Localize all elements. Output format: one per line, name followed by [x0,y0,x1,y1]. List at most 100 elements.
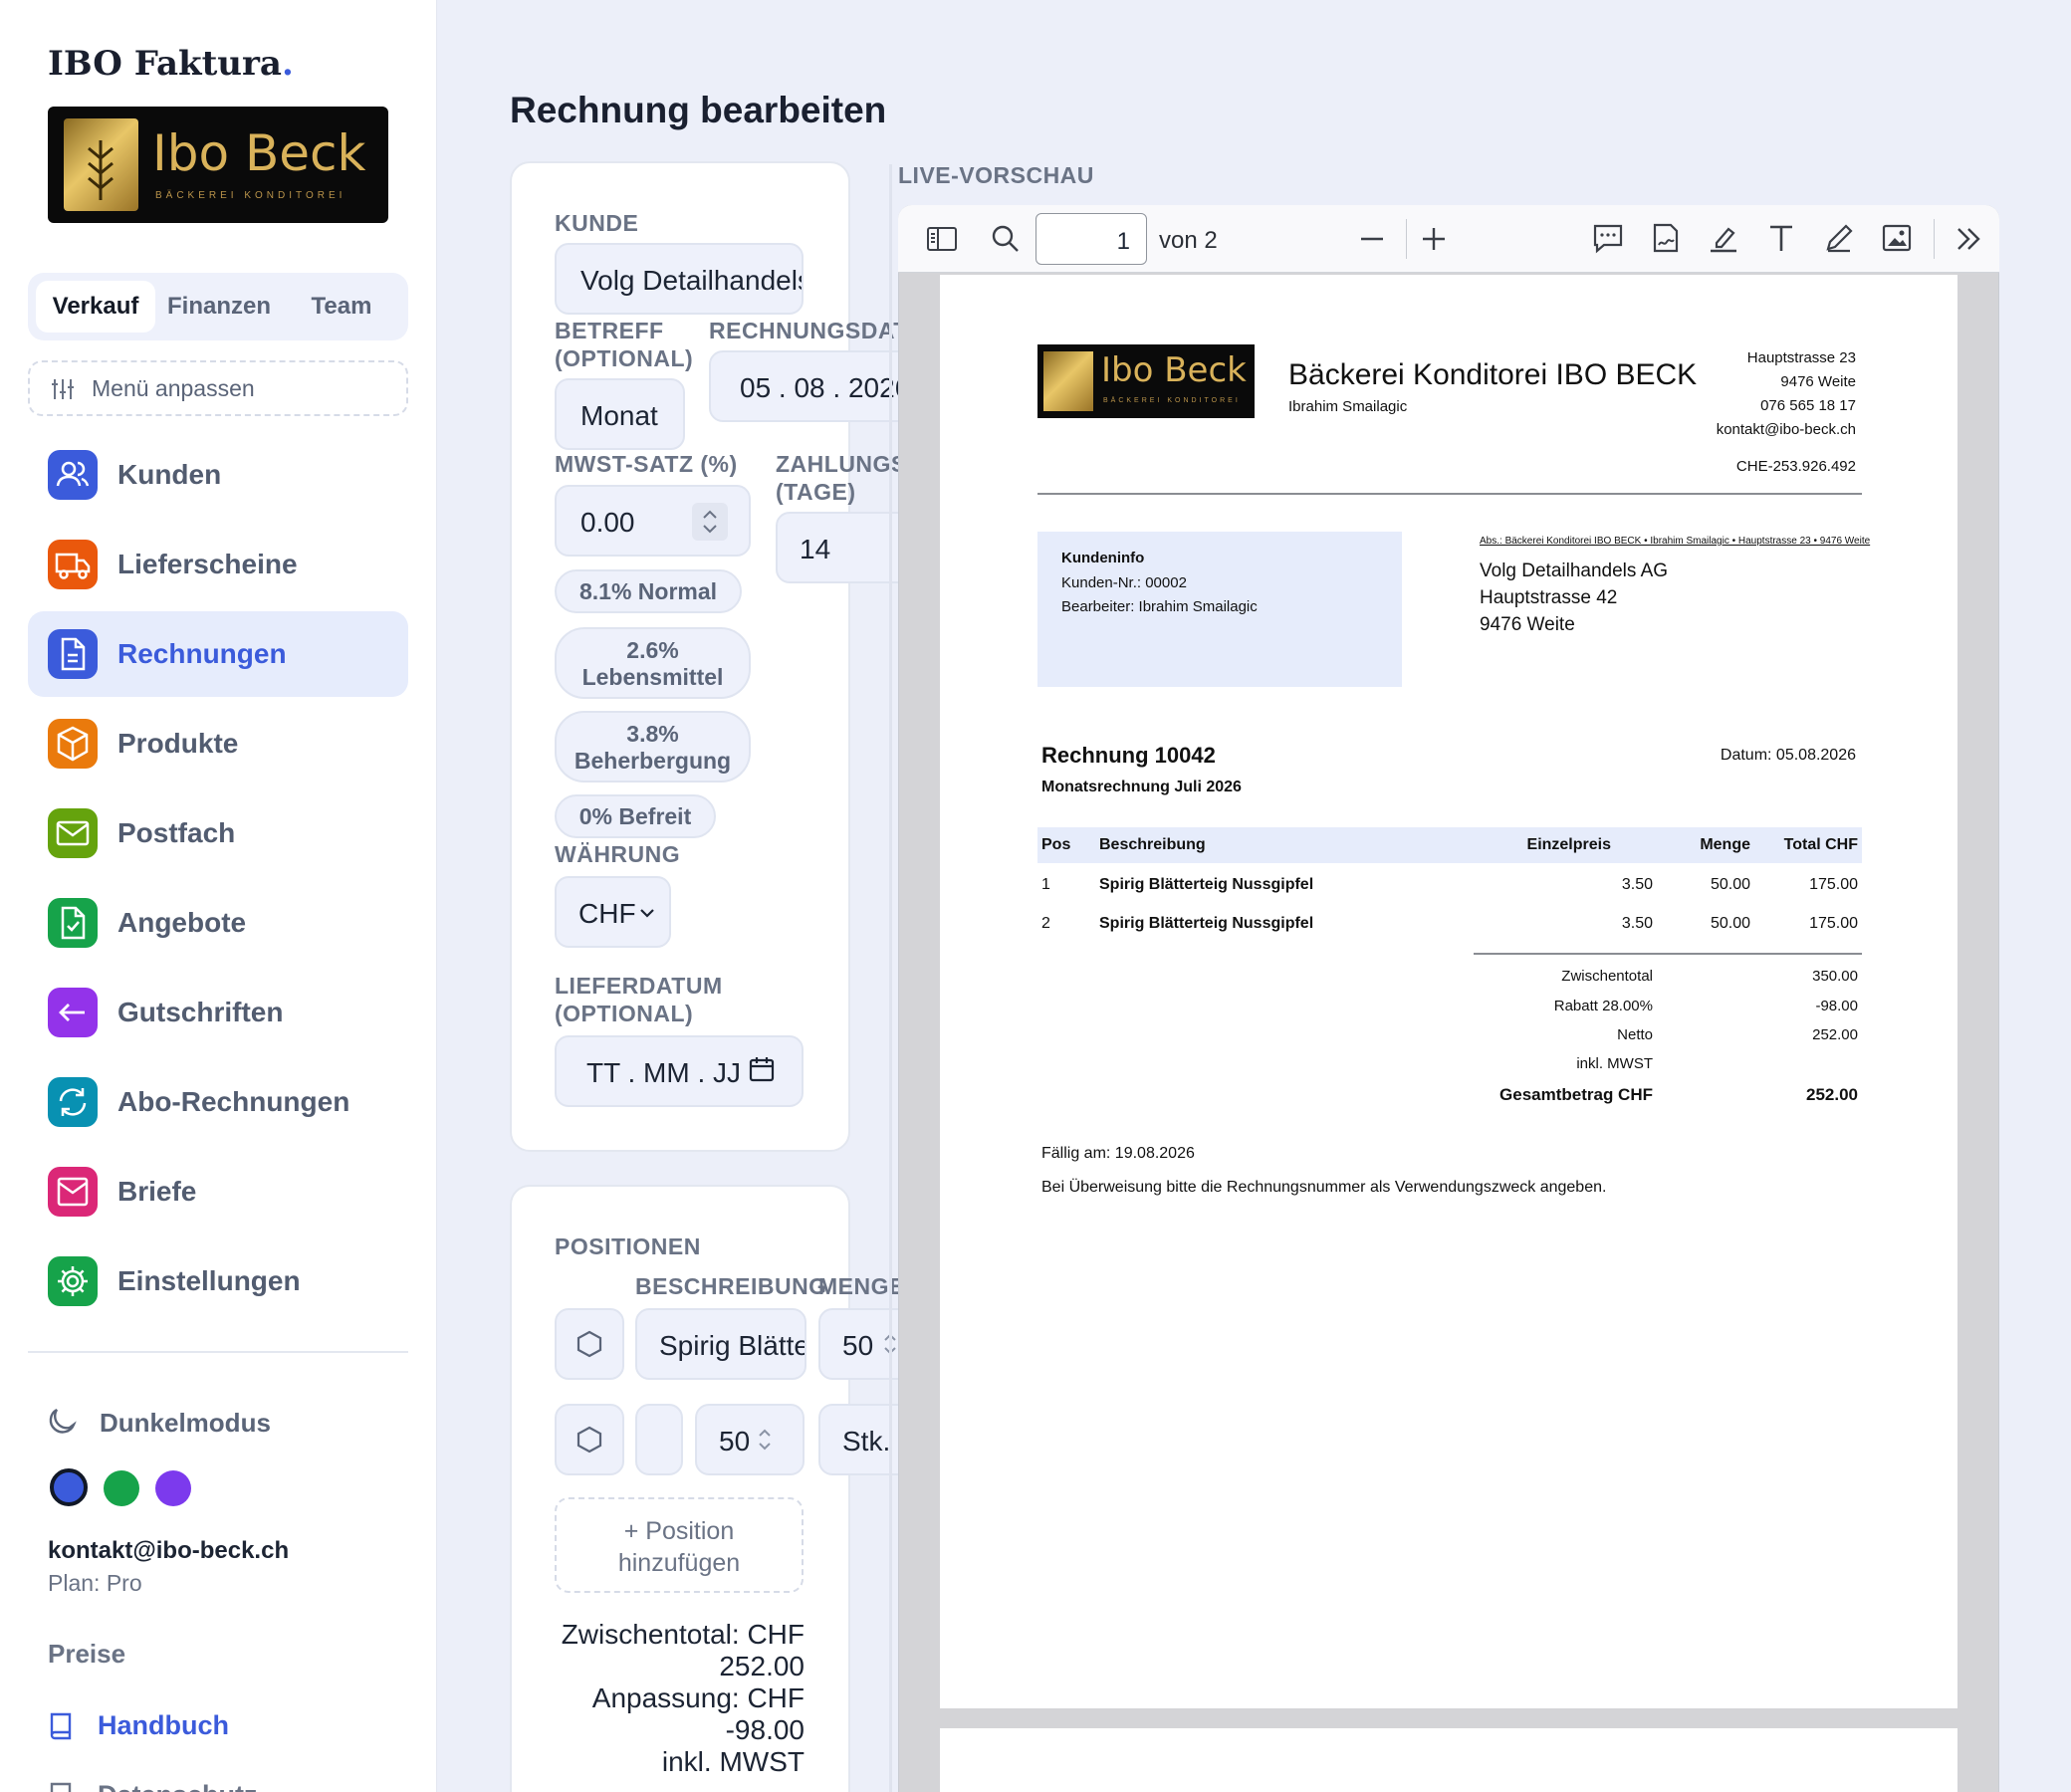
wheat-icon [64,118,138,211]
prices-link[interactable]: Preise [48,1639,125,1670]
chevron-double-right-icon[interactable] [1954,225,1983,253]
pdf-toolbar: 1 von 2 [898,205,1999,273]
subtotal-value: 252.00 [719,1651,805,1681]
positions-section: POSITIONEN BESCHREIBUNG MENGE Spirig Blä… [510,1185,898,1792]
lieferdatum-input[interactable]: TT . MM . JJ [555,1035,804,1107]
lieferdatum-label: LIEFERDATUM (OPTIONAL) [555,973,723,1026]
position-2-unit[interactable]: Stk. [818,1404,898,1475]
waehrung-select[interactable]: CHF [555,876,671,948]
stepper-icon[interactable] [878,1328,898,1360]
book-icon [50,1712,72,1740]
gear-icon [48,1256,98,1306]
th-beschreibung: Beschreibung [1099,836,1206,853]
nav-produkte[interactable]: Produkte [28,701,408,786]
product-picker-button-1[interactable] [555,1308,624,1380]
row-total: 175.00 [1809,915,1858,932]
recipient-city: 9476 Weite [1480,614,1575,635]
tab-finanzen[interactable]: Finanzen [159,281,279,333]
customize-menu-button[interactable]: Menü anpassen [28,360,408,416]
th-pos: Pos [1041,836,1071,853]
mwst-value: 0.00 [580,507,635,538]
vat-chip-lebensmittel[interactable]: 2.6% Lebensmittel [555,627,751,699]
position-2-description[interactable] [635,1404,683,1475]
refresh-icon [48,1077,98,1127]
zoom-out-icon[interactable] [1358,225,1386,253]
draw-icon[interactable] [1822,221,1856,255]
zoom-in-icon[interactable] [1420,225,1448,253]
rechnungsdatum-input[interactable]: 05 . 08 . 2026 [709,350,898,422]
mwst-stepper[interactable] [692,503,728,541]
logo-text: Ibo Beck [152,124,366,182]
document-icon [48,629,98,679]
mwst-label: MWST-SATZ (%) [555,451,738,477]
nav-angebote-label: Angebote [117,907,247,938]
nav-kunden[interactable]: Kunden [28,432,408,518]
payment-note: Bei Überweisung bitte die Rechnungsnumme… [1041,1179,1607,1196]
nav-briefe[interactable]: Briefe [28,1149,408,1234]
image-icon[interactable] [1880,221,1914,255]
envelope-icon [48,1167,98,1217]
box-icon [48,719,98,769]
dark-mode-toggle[interactable]: Dunkelmodus [46,1398,404,1448]
stepper-icon[interactable] [753,1424,777,1456]
vat-chip-befreit[interactable]: 0% Befreit [555,794,716,838]
highlight-icon[interactable] [1707,221,1740,255]
chevron-down-icon [640,909,654,918]
total-label: inkl. MWST [1576,1055,1653,1072]
table-row: 2 Spirig Blätterteig Nussgipfel 3.50 50.… [1037,907,1862,945]
search-icon[interactable] [990,223,1022,255]
sign-icon[interactable] [1649,221,1683,255]
position-1-description[interactable]: Spirig Blätterteig Nussgipfel [635,1308,806,1380]
betreff-input[interactable]: Monat [555,378,685,450]
text-tool-icon[interactable] [1764,221,1798,255]
nav-einstellungen[interactable]: Einstellungen [28,1238,408,1324]
add-position-button[interactable]: + Position hinzufügen [555,1497,804,1593]
letterhead-rule [1037,493,1862,495]
panel-divider [889,164,892,1792]
nav-einstellungen-label: Einstellungen [117,1265,301,1296]
position-1-quantity[interactable]: 50 [818,1308,898,1380]
dark-mode-label: Dunkelmodus [100,1408,271,1438]
theme-color-green[interactable] [104,1470,139,1506]
customize-menu-label: Menü anpassen [92,375,255,401]
privacy-link[interactable]: Datenschutz [48,1778,346,1792]
positions-summary: Zwischentotal: CHF 252.00 Anpassung: CHF… [530,1619,805,1778]
nav-abo-rechnungen[interactable]: Abo-Rechnungen [28,1059,408,1145]
position-2-quantity[interactable]: 50 [695,1404,805,1475]
invoice-subtitle: Monatsrechnung Juli 2026 [1041,779,1242,795]
nav-produkte-label: Produkte [117,728,239,759]
moon-icon [49,1408,77,1434]
comment-icon[interactable] [1591,221,1625,255]
nav-lieferscheine[interactable]: Lieferscheine [28,522,408,607]
hexagon-icon [576,1426,602,1454]
sidebar-divider [28,1351,408,1353]
mwst-input[interactable]: 0.00 [555,485,751,557]
kunde-select[interactable]: Volg Detailhandels AG [555,243,804,315]
sender-phone: 076 565 18 17 [1760,397,1856,414]
tab-team[interactable]: Team [283,281,400,333]
table-row: 1 Spirig Blätterteig Nussgipfel 3.50 50.… [1037,868,1862,906]
vat-chip-normal[interactable]: 8.1% Normal [555,569,742,613]
nav-rechnungen[interactable]: Rechnungen [28,611,408,697]
calendar-icon[interactable] [748,1055,776,1083]
th-einzelpreis: Einzelpreis [1526,836,1611,853]
theme-color-blue[interactable] [50,1468,88,1506]
manual-link[interactable]: Handbuch [48,1708,346,1748]
nav-gutschriften[interactable]: Gutschriften [28,970,408,1055]
zahlungsziel-input[interactable]: 14 [776,512,898,583]
vat-chip-beherbergung[interactable]: 3.8% Beherbergung [555,711,751,783]
toolbar-divider [1934,219,1935,259]
kunde-label: KUNDE [555,210,639,236]
position-1-quantity-value: 50 [842,1330,874,1361]
due-date: Fällig am: 19.08.2026 [1041,1145,1195,1162]
row-quantity: 50.00 [1710,876,1750,893]
nav-postfach[interactable]: Postfach [28,790,408,876]
product-picker-button-2[interactable] [555,1404,624,1475]
nav-angebote[interactable]: Angebote [28,880,408,966]
total-label: Netto [1617,1026,1653,1043]
sidebar-toggle-icon[interactable] [926,225,958,253]
pdf-page-1: Ibo Beck BÄCKEREI KONDITOREI Bäckerei Ko… [940,275,1957,1708]
tab-verkauf[interactable]: Verkauf [36,281,155,333]
page-number-input[interactable]: 1 [1036,213,1147,265]
theme-color-purple[interactable] [155,1470,191,1506]
